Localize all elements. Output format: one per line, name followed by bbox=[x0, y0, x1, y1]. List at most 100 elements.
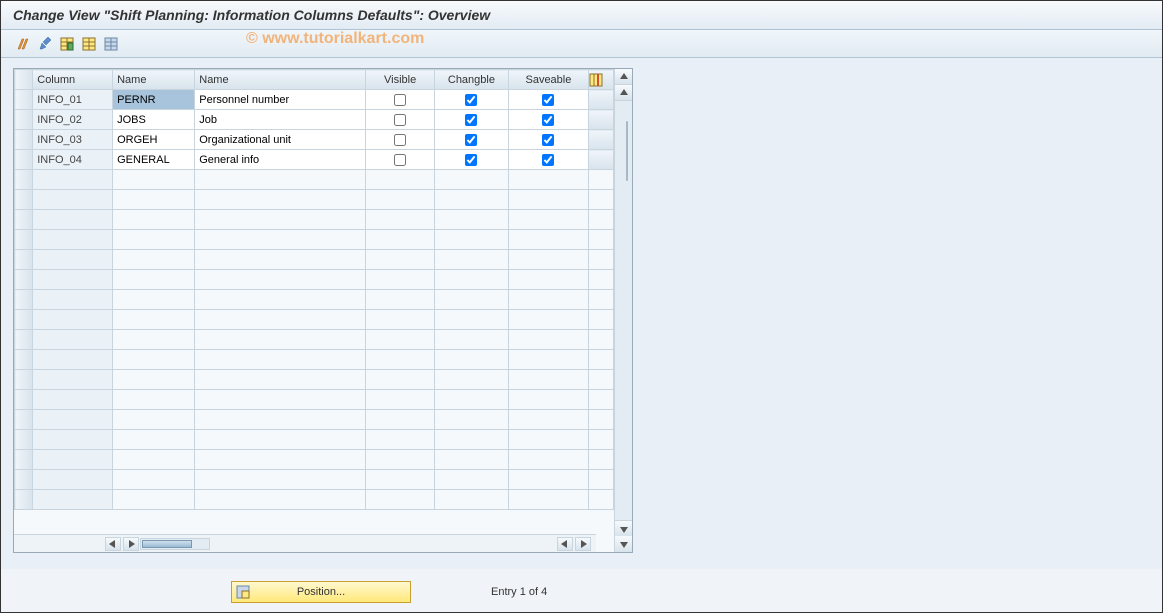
cell-name2[interactable]: Organizational unit bbox=[195, 130, 366, 150]
cell-visible[interactable] bbox=[366, 390, 434, 410]
cell-name2[interactable] bbox=[195, 170, 366, 190]
cell-name2[interactable] bbox=[195, 330, 366, 350]
cell-visible[interactable] bbox=[366, 150, 434, 170]
vscroll-up-button-2[interactable] bbox=[615, 85, 632, 101]
table-row-empty[interactable] bbox=[15, 190, 614, 210]
cell-saveable[interactable] bbox=[509, 130, 589, 150]
changeable-checkbox[interactable] bbox=[465, 114, 477, 126]
cell-column[interactable]: INFO_03 bbox=[33, 130, 113, 150]
cell-visible[interactable] bbox=[366, 230, 434, 250]
cell-name2[interactable] bbox=[195, 270, 366, 290]
cell-saveable[interactable] bbox=[509, 90, 589, 110]
cell-visible[interactable] bbox=[366, 110, 434, 130]
cell-name1[interactable] bbox=[113, 450, 195, 470]
cell-column[interactable] bbox=[33, 390, 113, 410]
cell-column[interactable] bbox=[33, 210, 113, 230]
cell-column[interactable] bbox=[33, 230, 113, 250]
cell-name2[interactable] bbox=[195, 210, 366, 230]
table-row[interactable]: INFO_03 ORGEH Organizational unit bbox=[15, 130, 614, 150]
row-selector[interactable] bbox=[15, 390, 33, 410]
cell-name2[interactable] bbox=[195, 290, 366, 310]
change-button[interactable] bbox=[35, 34, 55, 54]
visible-checkbox[interactable] bbox=[394, 154, 406, 166]
row-selector[interactable] bbox=[15, 170, 33, 190]
cell-name1[interactable] bbox=[113, 290, 195, 310]
vscroll-up-button[interactable] bbox=[615, 69, 632, 85]
cell-column[interactable] bbox=[33, 270, 113, 290]
cell-column[interactable] bbox=[33, 450, 113, 470]
cell-column[interactable] bbox=[33, 410, 113, 430]
cell-visible[interactable] bbox=[366, 470, 434, 490]
header-saveable[interactable]: Saveable bbox=[509, 70, 589, 90]
row-selector[interactable] bbox=[15, 350, 33, 370]
cell-column[interactable] bbox=[33, 310, 113, 330]
cell-visible[interactable] bbox=[366, 350, 434, 370]
cell-changeable[interactable] bbox=[434, 150, 508, 170]
cell-changeable[interactable] bbox=[434, 330, 508, 350]
cell-changeable[interactable] bbox=[434, 110, 508, 130]
table-row-empty[interactable] bbox=[15, 330, 614, 350]
cell-changeable[interactable] bbox=[434, 430, 508, 450]
cell-changeable[interactable] bbox=[434, 130, 508, 150]
cell-saveable[interactable] bbox=[509, 190, 589, 210]
visible-checkbox[interactable] bbox=[394, 94, 406, 106]
cell-visible[interactable] bbox=[366, 490, 434, 510]
cell-name1[interactable] bbox=[113, 370, 195, 390]
visible-checkbox[interactable] bbox=[394, 114, 406, 126]
cell-column[interactable] bbox=[33, 250, 113, 270]
row-selector[interactable] bbox=[15, 270, 33, 290]
saveable-checkbox[interactable] bbox=[542, 94, 554, 106]
configure-column-button[interactable] bbox=[588, 70, 613, 90]
cell-changeable[interactable] bbox=[434, 450, 508, 470]
header-column[interactable]: Column bbox=[33, 70, 113, 90]
cell-column[interactable] bbox=[33, 330, 113, 350]
row-selector[interactable] bbox=[15, 330, 33, 350]
hscroll-left-button[interactable] bbox=[105, 537, 121, 551]
cell-visible[interactable] bbox=[366, 190, 434, 210]
cell-changeable[interactable] bbox=[434, 170, 508, 190]
row-selector[interactable] bbox=[15, 430, 33, 450]
cell-name1[interactable] bbox=[113, 170, 195, 190]
header-name1[interactable]: Name bbox=[113, 70, 195, 90]
cell-changeable[interactable] bbox=[434, 350, 508, 370]
delete-button[interactable] bbox=[101, 34, 121, 54]
cell-changeable[interactable] bbox=[434, 230, 508, 250]
cell-changeable[interactable] bbox=[434, 290, 508, 310]
cell-changeable[interactable] bbox=[434, 410, 508, 430]
cell-column[interactable] bbox=[33, 490, 113, 510]
cell-column[interactable] bbox=[33, 290, 113, 310]
cell-visible[interactable] bbox=[366, 130, 434, 150]
cell-changeable[interactable] bbox=[434, 370, 508, 390]
cell-changeable[interactable] bbox=[434, 470, 508, 490]
saveable-checkbox[interactable] bbox=[542, 154, 554, 166]
cell-name1[interactable] bbox=[113, 230, 195, 250]
toggle-display-change-button[interactable] bbox=[13, 34, 33, 54]
cell-column[interactable] bbox=[33, 470, 113, 490]
cell-changeable[interactable] bbox=[434, 490, 508, 510]
visible-checkbox[interactable] bbox=[394, 134, 406, 146]
cell-column[interactable] bbox=[33, 170, 113, 190]
header-visible[interactable]: Visible bbox=[366, 70, 434, 90]
cell-column[interactable] bbox=[33, 370, 113, 390]
cell-name1[interactable] bbox=[113, 310, 195, 330]
cell-saveable[interactable] bbox=[509, 370, 589, 390]
cell-saveable[interactable] bbox=[509, 210, 589, 230]
cell-name2[interactable] bbox=[195, 350, 366, 370]
cell-name1[interactable] bbox=[113, 490, 195, 510]
saveable-checkbox[interactable] bbox=[542, 114, 554, 126]
cell-column[interactable] bbox=[33, 350, 113, 370]
new-entries-button[interactable] bbox=[57, 34, 77, 54]
row-selector[interactable] bbox=[15, 130, 33, 150]
cell-saveable[interactable] bbox=[509, 390, 589, 410]
cell-saveable[interactable] bbox=[509, 170, 589, 190]
copy-button[interactable] bbox=[79, 34, 99, 54]
cell-name2[interactable]: Job bbox=[195, 110, 366, 130]
row-selector[interactable] bbox=[15, 470, 33, 490]
cell-name1[interactable] bbox=[113, 210, 195, 230]
hscroll-thumb[interactable] bbox=[142, 540, 192, 548]
cell-name2[interactable] bbox=[195, 410, 366, 430]
header-changeable[interactable]: Changble bbox=[434, 70, 508, 90]
cell-visible[interactable] bbox=[366, 290, 434, 310]
table-row[interactable]: INFO_02 JOBS Job bbox=[15, 110, 614, 130]
table-row-empty[interactable] bbox=[15, 410, 614, 430]
